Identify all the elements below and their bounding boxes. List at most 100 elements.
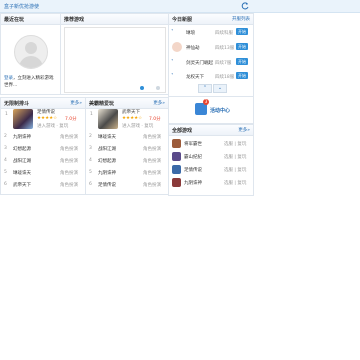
top-bar-title: 盒子新优抢游使 [4,4,40,10]
activity-badge: 3 [203,99,209,105]
list-item[interactable]: 4 幻想起源 角色扮演 [89,158,165,164]
today-item: ∘ 龙权天下 四续18服 开始 [170,72,252,84]
rank-number: 4 [4,158,7,163]
left-rank-more[interactable]: 更多» [70,100,82,106]
game-cover-image[interactable] [98,109,118,129]
login-link[interactable]: 登录 [4,76,13,81]
chevron-up-icon[interactable]: ⌃ [198,84,212,93]
mid-rank-more[interactable]: 更多» [153,100,165,106]
today-item-server: 四续科服 [215,31,233,36]
today-item-name[interactable]: 神仙劫 [186,45,200,51]
all-games-more[interactable]: 更多» [238,127,250,133]
refresh-icon[interactable] [240,1,250,11]
list-item[interactable]: 3 战阳江湖 角色扮演 [89,146,165,152]
game-cover-image[interactable] [13,109,33,129]
game-icon [172,139,181,148]
avatar[interactable] [14,35,48,69]
game-name[interactable]: 九阴诛神 [13,134,31,140]
game-name[interactable]: 幻想起源 [98,158,116,164]
rank-top-score: 7.0分 [149,117,161,122]
rank-number: 3 [89,146,92,151]
game-icon [172,152,181,161]
today-item: ∘ 剑灵天门崛起 四续7服 开始 [170,58,252,70]
game-name[interactable]: 幻想起源 [13,146,31,152]
game-name[interactable]: 足情传说 [184,167,202,173]
start-button[interactable]: 开始 [236,28,248,35]
game-list-item[interactable]: 足情传说 选服 | 复玩 [170,165,250,177]
game-name[interactable]: 九阴诛神 [184,180,202,186]
server-list-link[interactable]: 开服列表 [232,16,250,22]
recommend-carousel[interactable] [64,27,166,93]
game-name[interactable]: 武帝天下 [13,182,31,188]
rank-number: 3 [4,146,7,151]
game-actions[interactable]: 选服 | 复玩 [224,141,246,147]
top-bar: 盒子新优抢游使 [0,0,360,13]
today-item-name[interactable]: 剑灵天门崛起 [186,60,213,66]
list-item[interactable]: 3 幻想起源 角色扮演 [4,146,82,152]
rank-top-sub[interactable]: 进入游戏 · 复玩 [122,123,153,129]
game-name[interactable]: 琳珑诛天 [98,134,116,140]
game-name[interactable]: 战阳江湖 [13,158,31,164]
game-tag: 角色扮演 [143,159,161,164]
list-item[interactable]: 4 战阳江湖 角色扮演 [4,158,82,164]
all-games-title: 全部游戏 [172,128,193,134]
today-item-name[interactable]: 龙权天下 [186,74,204,80]
activity-label: 活动中心 [210,108,231,114]
game-icon [172,178,181,187]
game-list-item[interactable]: 霸山纪纪 选服 | 复玩 [170,152,250,164]
rank-number: 6 [89,182,92,187]
recent-title: 最近在玩 [4,17,25,23]
game-name[interactable]: 足情传说 [98,182,116,188]
game-avatar-icon [172,42,182,52]
activity-center[interactable]: 3 活动中心 [168,96,254,124]
start-button[interactable]: 开始 [236,58,248,65]
game-name[interactable]: 战阳江湖 [98,146,116,152]
today-item-name[interactable]: 琳琅 [186,30,195,36]
carousel-dot-1[interactable] [140,86,144,90]
game-tag: 角色扮演 [60,147,78,152]
today-item-server: 四续7服 [215,61,232,66]
rank-number: 5 [89,170,92,175]
rank-top-name[interactable]: 足情传说 [37,109,55,115]
chevron-down-icon[interactable]: ⌄ [213,84,227,93]
rank-number: 6 [4,182,7,187]
mid-rank-title: 美霸精爱玩 [89,101,115,107]
game-tag: 角色扮演 [60,159,78,164]
list-item[interactable]: 5 九阴诛神 角色扮演 [89,170,165,176]
game-tag: 角色扮演 [143,171,161,176]
list-item[interactable]: 6 足情传说 角色扮演 [89,182,165,188]
game-actions[interactable]: 选服 | 复玩 [224,180,246,186]
game-icon [172,165,181,174]
game-actions[interactable]: 选服 | 复玩 [224,154,246,160]
game-name[interactable]: 将军霸世 [184,141,202,147]
game-tag: 角色扮演 [60,183,78,188]
game-tag: 角色扮演 [60,171,78,176]
start-button[interactable]: 开始 [236,72,248,79]
game-actions[interactable]: 选服 | 复玩 [224,167,246,173]
game-list-item[interactable]: 将军霸世 选服 | 复玩 [170,139,250,151]
rank-number: 5 [4,170,7,175]
today-item: ∘ 琳琅 四续科服 开始 [170,28,252,40]
game-name[interactable]: 九阴诛神 [98,170,116,176]
list-item[interactable]: 6 武帝天下 角色扮演 [4,182,82,188]
carousel-dot-2[interactable] [156,86,160,90]
rank-top-sub[interactable]: 进入游戏 · 复玩 [37,123,68,129]
pager: ⌃ ⌄ [198,84,227,93]
list-item[interactable]: 5 琳珑诛天 角色扮演 [4,170,82,176]
game-name[interactable]: 霸山纪纪 [184,154,202,160]
rank-number: 1 [5,112,8,117]
rating-stars: ★★★★☆ [122,116,143,121]
rank-number: 1 [90,112,93,117]
dot-icon: ∘ [171,72,174,77]
game-list-item[interactable]: 九阴诛神 选服 | 复玩 [170,178,250,190]
rank-top-score: 7.0分 [65,117,77,122]
login-hint: 登录，立刻进入精彩游戏世界... [4,75,56,89]
list-item[interactable]: 2 九阴诛神 角色扮演 [4,134,82,140]
start-button[interactable]: 开始 [236,43,248,50]
rank-number: 2 [89,134,92,139]
game-name[interactable]: 琳珑诛天 [13,170,31,176]
today-title: 今日新服 [172,17,193,23]
list-item[interactable]: 2 琳珑诛天 角色扮演 [89,134,165,140]
rank-top-name[interactable]: 武帝天下 [122,109,140,115]
game-tag: 角色扮演 [143,147,161,152]
